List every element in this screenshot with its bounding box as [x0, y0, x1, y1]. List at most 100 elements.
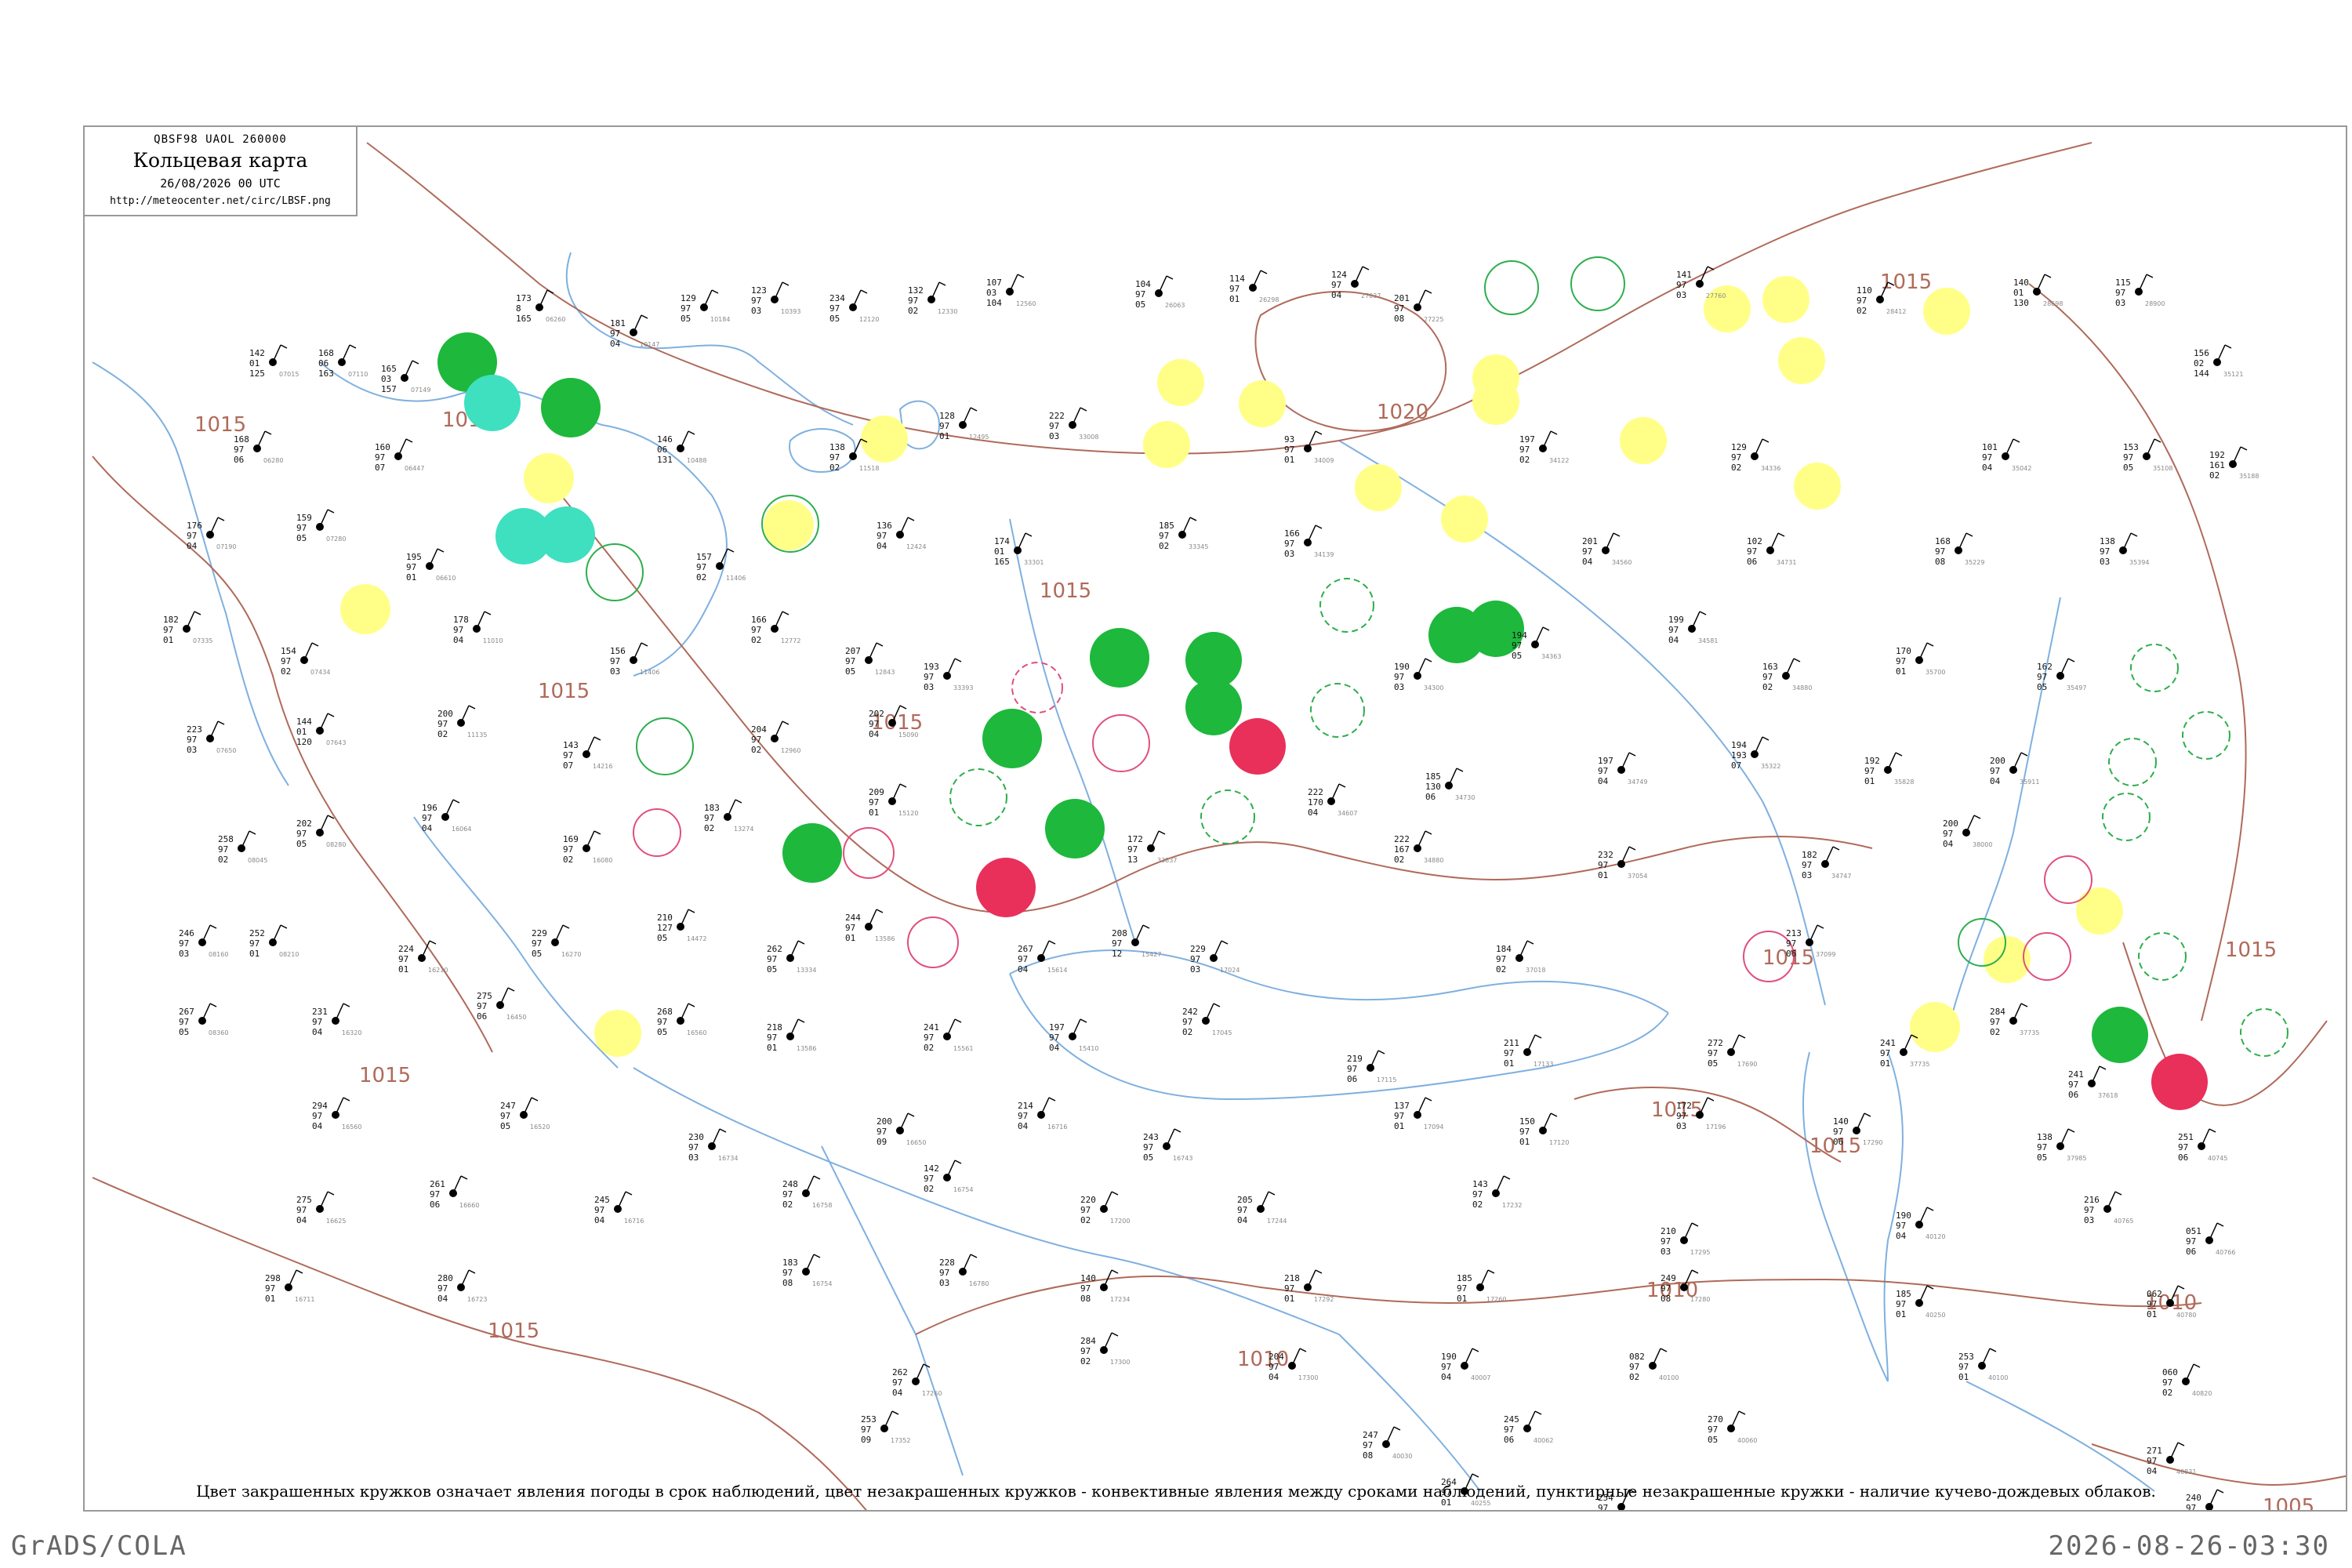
station-plot[interactable]: 2429702 17045	[1182, 1003, 1232, 1037]
station-plot[interactable]: 1159703 28900	[2115, 274, 2165, 308]
station-plot[interactable]: 14401120 07643	[296, 713, 346, 747]
station-plot[interactable]: 2629704 17260	[892, 1363, 942, 1398]
station-plot[interactable]: 2849702 17300	[1080, 1332, 1130, 1367]
station-plot[interactable]: 1609707 06447	[375, 438, 424, 473]
station-plot[interactable]: 2029705 08280	[296, 815, 346, 849]
station-plot[interactable]: 2079705 12843	[845, 642, 895, 677]
station-plot[interactable]: 1379701 17094	[1394, 1097, 1443, 1131]
station-plot[interactable]: 1949705 34363	[1512, 626, 1561, 661]
station-plot[interactable]: 2849702 37735	[1990, 1003, 2039, 1037]
station-plot[interactable]: 2719704 40831	[2147, 1442, 2196, 1476]
station-plot[interactable]: 1599705 07280	[296, 509, 346, 543]
station-plot[interactable]: 1409708 17234	[1080, 1269, 1130, 1304]
station-plot[interactable]: 1669702 12772	[751, 611, 800, 645]
station-plot[interactable]: 2019704 34560	[1582, 532, 1632, 567]
station-plot[interactable]: 1979702 34122	[1519, 430, 1569, 465]
station-plot[interactable]: 2149704 16716	[1018, 1097, 1067, 1131]
station-plot[interactable]: 2449701 13586	[845, 909, 895, 943]
station-plot[interactable]: 1019704 35042	[1982, 438, 2031, 473]
station-plot[interactable]: 1239703 10393	[751, 281, 800, 316]
station-plot[interactable]: 1249704 27037	[1331, 266, 1381, 300]
station-plot[interactable]: 1999704 34581	[1668, 611, 1718, 645]
station-plot[interactable]: 19419307 35322	[1731, 736, 1780, 771]
station-plot[interactable]: 2689705 16560	[657, 1003, 706, 1037]
station-plot[interactable]: 2589702 08045	[218, 830, 267, 865]
station-plot[interactable]: 22216702 34880	[1394, 830, 1443, 865]
station-plot[interactable]: 2459706 40062	[1504, 1410, 1553, 1445]
station-plot[interactable]: 1539705 35108	[2123, 438, 2172, 473]
station-plot[interactable]: 2209702 17200	[1080, 1191, 1130, 1225]
station-plot[interactable]: 1549702 07434	[281, 642, 330, 677]
station-plot[interactable]: 1149701 26298	[1229, 270, 1279, 304]
station-plot[interactable]: 2189701 17292	[1284, 1269, 1334, 1304]
station-plot[interactable]: 2199706 17115	[1347, 1050, 1396, 1084]
station-plot[interactable]: 2089712 15427	[1112, 924, 1161, 959]
station-plot[interactable]: 1709701 35700	[1896, 642, 1945, 677]
station-plot[interactable]: 1839702 13274	[704, 799, 753, 833]
station-plot[interactable]: 1939703 33393	[924, 658, 973, 692]
station-plot[interactable]: 2759704 16625	[296, 1191, 346, 1225]
station-plot[interactable]: 1689706 06280	[234, 430, 283, 465]
station-plot[interactable]: 1819704 10147	[610, 314, 659, 349]
station-plot[interactable]: 2529701 08210	[249, 924, 299, 959]
station-plot[interactable]: 1909704 40120	[1896, 1207, 1945, 1241]
station-plot[interactable]: 2479708 40030	[1363, 1426, 1412, 1461]
station-plot[interactable]: 1969704 16064	[422, 799, 471, 833]
station-plot[interactable]: 2299705 16270	[532, 924, 581, 959]
station-plot[interactable]: 2679705 08360	[179, 1003, 228, 1037]
station-plot[interactable]: 1849702 37018	[1496, 940, 1545, 975]
station-plot[interactable]: 2049702 12960	[751, 720, 800, 755]
station-plot[interactable]: 1329702 12330	[908, 281, 957, 316]
station-plot[interactable]: 2169703 40765	[2084, 1191, 2133, 1225]
station-plot[interactable]: 1979704 15410	[1049, 1018, 1098, 1053]
station-plot[interactable]: 16503157 07149	[381, 360, 430, 394]
station-plot[interactable]: 1769704 07190	[187, 517, 236, 551]
station-plot[interactable]: 2239703 07650	[187, 720, 236, 755]
station-plot[interactable]: 2299703 17024	[1190, 940, 1240, 975]
station-plot[interactable]: 1429702 16754	[924, 1160, 973, 1194]
map-url[interactable]: http://meteocenter.net/circ/LBSF.png	[85, 195, 356, 207]
station-plot[interactable]: 1509701 17120	[1519, 1112, 1569, 1147]
station-plot[interactable]: 1699702 16080	[563, 830, 612, 865]
station-plot[interactable]: 1369704 12424	[877, 517, 926, 551]
station-plot[interactable]: 1929701 35828	[1864, 752, 1914, 786]
station-plot[interactable]: 2949704 16560	[312, 1097, 361, 1131]
station-plot[interactable]: 0829702 40100	[1629, 1348, 1679, 1382]
station-plot[interactable]: 10703104 12560	[986, 274, 1036, 308]
station-plot[interactable]: 2009702 11135	[437, 705, 487, 739]
station-plot[interactable]: 2349705 12120	[829, 289, 879, 324]
station-plot[interactable]: 1909704 40007	[1441, 1348, 1490, 1382]
station-plot[interactable]: 2489702 16758	[782, 1175, 832, 1210]
station-plot[interactable]: 1959701 06610	[406, 548, 456, 583]
station-plot[interactable]: 1419703 27760	[1676, 266, 1726, 300]
station-plot[interactable]: 1859701 40250	[1896, 1285, 1945, 1319]
station-plot[interactable]: 1729713 33837	[1127, 830, 1177, 865]
station-plot[interactable]: 1389705 37985	[2037, 1128, 2086, 1163]
station-plot[interactable]: 2249701 16210	[398, 940, 448, 975]
station-plot[interactable]: 1439702 17232	[1472, 1175, 1522, 1210]
station-plot[interactable]: 2619706 16660	[430, 1175, 479, 1210]
station-plot[interactable]: 2469703 08160	[179, 924, 228, 959]
station-plot[interactable]: 2329701 37054	[1598, 846, 1647, 880]
station-plot[interactable]: 1639702 34880	[1762, 658, 1812, 692]
station-plot[interactable]: 2309703 16734	[688, 1128, 738, 1163]
station-plot[interactable]: 1689708 35229	[1935, 532, 1984, 567]
station-plot[interactable]: 14606131 10488	[657, 430, 706, 465]
station-plot[interactable]: 1979704 34749	[1598, 752, 1647, 786]
station-plot[interactable]: 2519706 40745	[2178, 1128, 2227, 1163]
station-plot[interactable]: 18513006 34730	[1425, 768, 1475, 802]
station-plot[interactable]: 2119701 17133	[1504, 1034, 1553, 1069]
station-plot[interactable]: 1629705 35497	[2037, 658, 2086, 692]
station-plot[interactable]: 2019708 27225	[1394, 289, 1443, 324]
station-plot[interactable]: 2009704 35911	[1990, 752, 2039, 786]
station-plot[interactable]: 21012705 14472	[657, 909, 706, 943]
station-plot[interactable]: 14201125 07015	[249, 344, 299, 379]
station-plot[interactable]: 2809704 16723	[437, 1269, 487, 1304]
station-plot[interactable]: 2419702 15561	[924, 1018, 973, 1053]
station-plot[interactable]: 1859701 17260	[1457, 1269, 1506, 1304]
station-plot[interactable]: 16806163 07110	[318, 344, 368, 379]
station-plot[interactable]: 2059704 17244	[1237, 1191, 1287, 1225]
station-plot[interactable]: 1299705 10184	[681, 289, 730, 324]
station-plot[interactable]: 2539709 17352	[861, 1410, 910, 1445]
station-plot[interactable]: 1049705 26063	[1135, 275, 1185, 310]
